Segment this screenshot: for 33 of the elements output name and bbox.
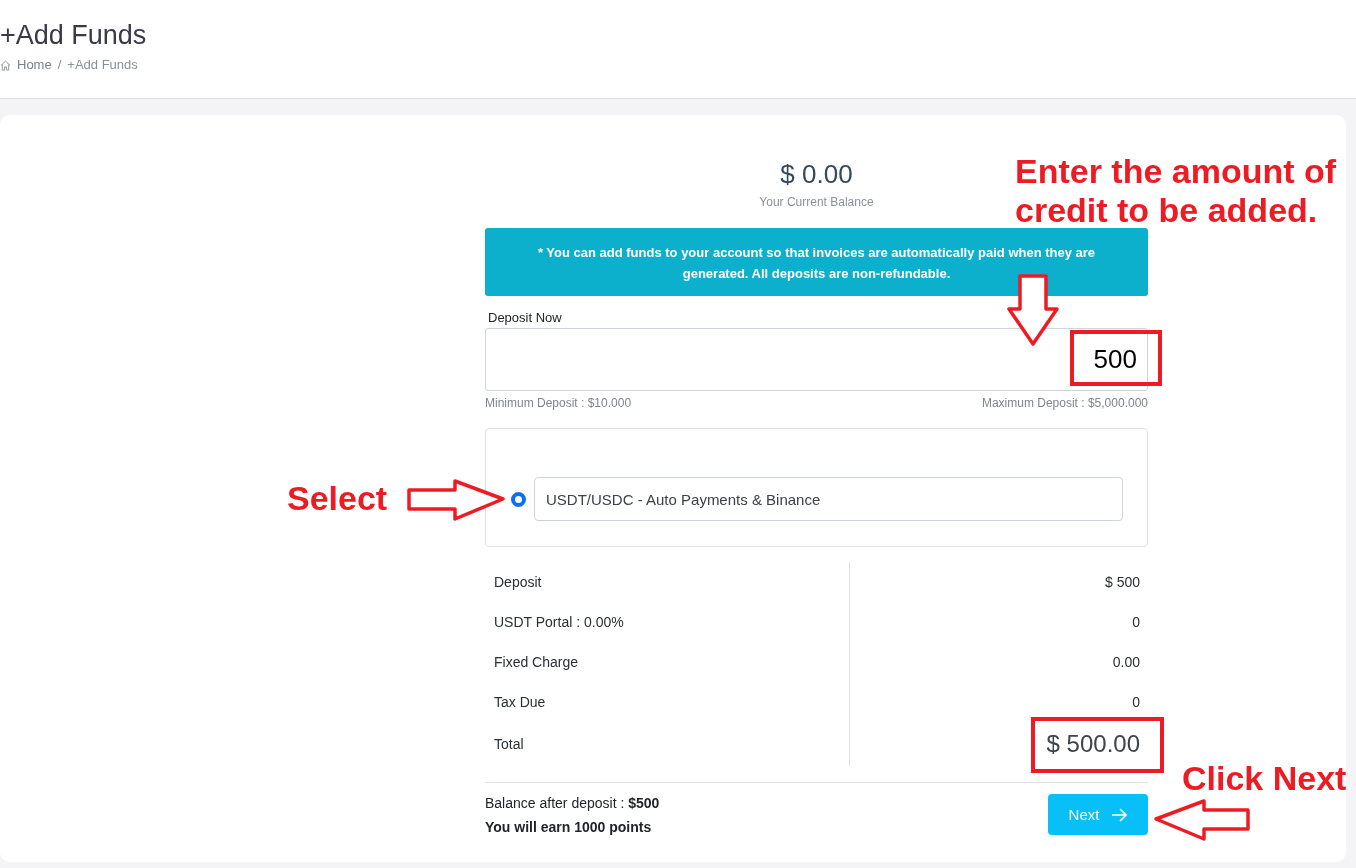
balance-label: Your Current Balance — [759, 194, 874, 210]
summary-label: USDT Portal : 0.00% — [494, 614, 624, 630]
summary-label: Fixed Charge — [494, 654, 579, 670]
annotation-text: Enter the amount of credit to be added. — [1015, 152, 1338, 230]
annotation-text: Click Next — [1182, 759, 1347, 798]
deposit-label: Deposit Now — [488, 309, 562, 326]
minimum-deposit: Minimum Deposit : $10.000 — [485, 395, 632, 411]
page-title: +Add Funds — [0, 19, 147, 51]
breadcrumb-separator: / — [57, 56, 62, 74]
outline-right-arrow-icon — [407, 478, 505, 522]
breadcrumb-link[interactable]: Home — [17, 56, 52, 74]
summary-label: Deposit — [494, 574, 542, 590]
right-arrow-icon — [1111, 807, 1128, 822]
summary-value: $ 500.00 — [1046, 730, 1140, 758]
annotation-text: Select — [287, 479, 388, 518]
maximum-deposit: Maximum Deposit : $5,000.000 — [981, 395, 1148, 411]
payment-option[interactable]: USDT/USDC - Auto Payments & Binance — [534, 477, 1123, 521]
summary-label: Total — [494, 736, 524, 752]
info-banner: * You can add funds to your account so that invoices are automatically paid when they are generated. All deposits are non-refundable. — [485, 228, 1148, 296]
breadcrumb-current: +Add Funds — [67, 56, 138, 74]
summary-label: Tax Due — [494, 694, 546, 710]
deposit-input[interactable]: 500 — [485, 328, 1148, 391]
balance-after-deposit: Balance after deposit : $500 — [485, 794, 660, 813]
outline-down-arrow-icon — [1007, 274, 1059, 346]
home-icon — [0, 59, 11, 71]
summary-value: $ 500 — [1104, 574, 1140, 590]
radio-button[interactable] — [511, 491, 526, 507]
summary-value: 0 — [1132, 614, 1140, 630]
outline-left-arrow-icon — [1153, 798, 1251, 842]
summary-value: 0.00 — [1112, 654, 1140, 670]
balance-amount: $ 0.00 — [780, 158, 853, 190]
summary-value: 0 — [1132, 694, 1140, 710]
points-note: You will earn 1000 points — [485, 818, 652, 837]
